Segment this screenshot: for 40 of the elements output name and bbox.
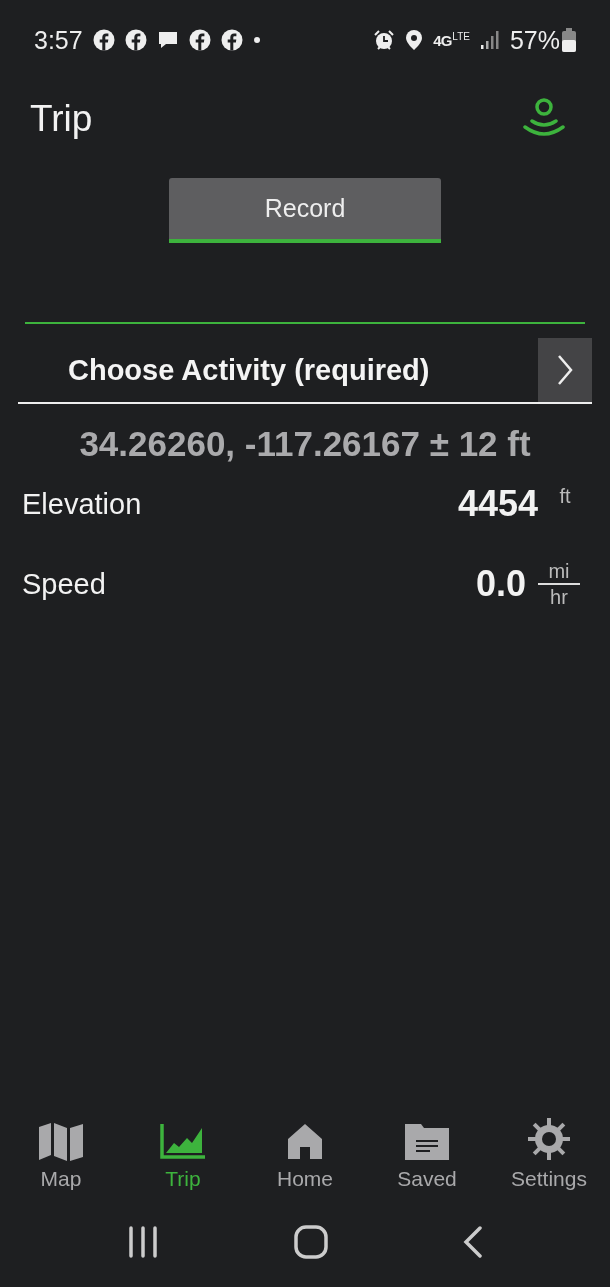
stat-label: Speed: [22, 567, 106, 601]
location-pin-icon: [405, 29, 424, 51]
facebook-icon: [220, 29, 243, 51]
back-icon[interactable]: [462, 1226, 483, 1258]
nav-tab[interactable]: Map: [6, 1109, 116, 1191]
record-button[interactable]: Record: [169, 178, 441, 243]
stat-label: Elevation: [22, 487, 142, 521]
facebook-icon: [92, 29, 115, 51]
facebook-icon: [188, 29, 211, 51]
settings-icon: [527, 1117, 571, 1161]
chevron-right-icon: [557, 354, 573, 386]
battery-percent: 57%: [509, 25, 560, 55]
stat-value: 0.0: [475, 563, 526, 605]
nav-tab[interactable]: Trip: [128, 1109, 238, 1191]
map-icon: [38, 1123, 84, 1161]
house-icon: [286, 1123, 324, 1161]
unit-label: mi: [548, 559, 570, 583]
dot-icon: [252, 36, 261, 44]
nav-tab[interactable]: Saved: [372, 1109, 482, 1191]
coordinates: 34.26260, -117.26167 ± 12 ft: [78, 424, 532, 464]
unit-label: hr: [550, 585, 568, 609]
next-button[interactable]: [538, 338, 592, 402]
message-icon: [156, 29, 179, 51]
page-title: Trip: [30, 98, 93, 140]
home-button-icon[interactable]: [294, 1225, 328, 1259]
unit-label: ft: [558, 485, 572, 508]
battery-icon: [562, 28, 576, 52]
folder-icon: [404, 1123, 450, 1161]
recent-apps-icon[interactable]: [127, 1226, 160, 1258]
nav-tab[interactable]: Settings: [494, 1109, 604, 1191]
signal-icon: [479, 30, 500, 50]
activity-label: Choose Activity (required): [67, 352, 431, 388]
nav-tab[interactable]: Home: [250, 1109, 360, 1191]
stat-value: 4454: [457, 483, 538, 525]
chart-icon: [160, 1123, 206, 1161]
network-subtype: LTE: [452, 31, 470, 42]
alarm-icon: [373, 29, 396, 51]
network-type: 4G: [433, 31, 452, 49]
clock: 3:57: [34, 25, 83, 55]
facebook-icon: [124, 29, 147, 51]
